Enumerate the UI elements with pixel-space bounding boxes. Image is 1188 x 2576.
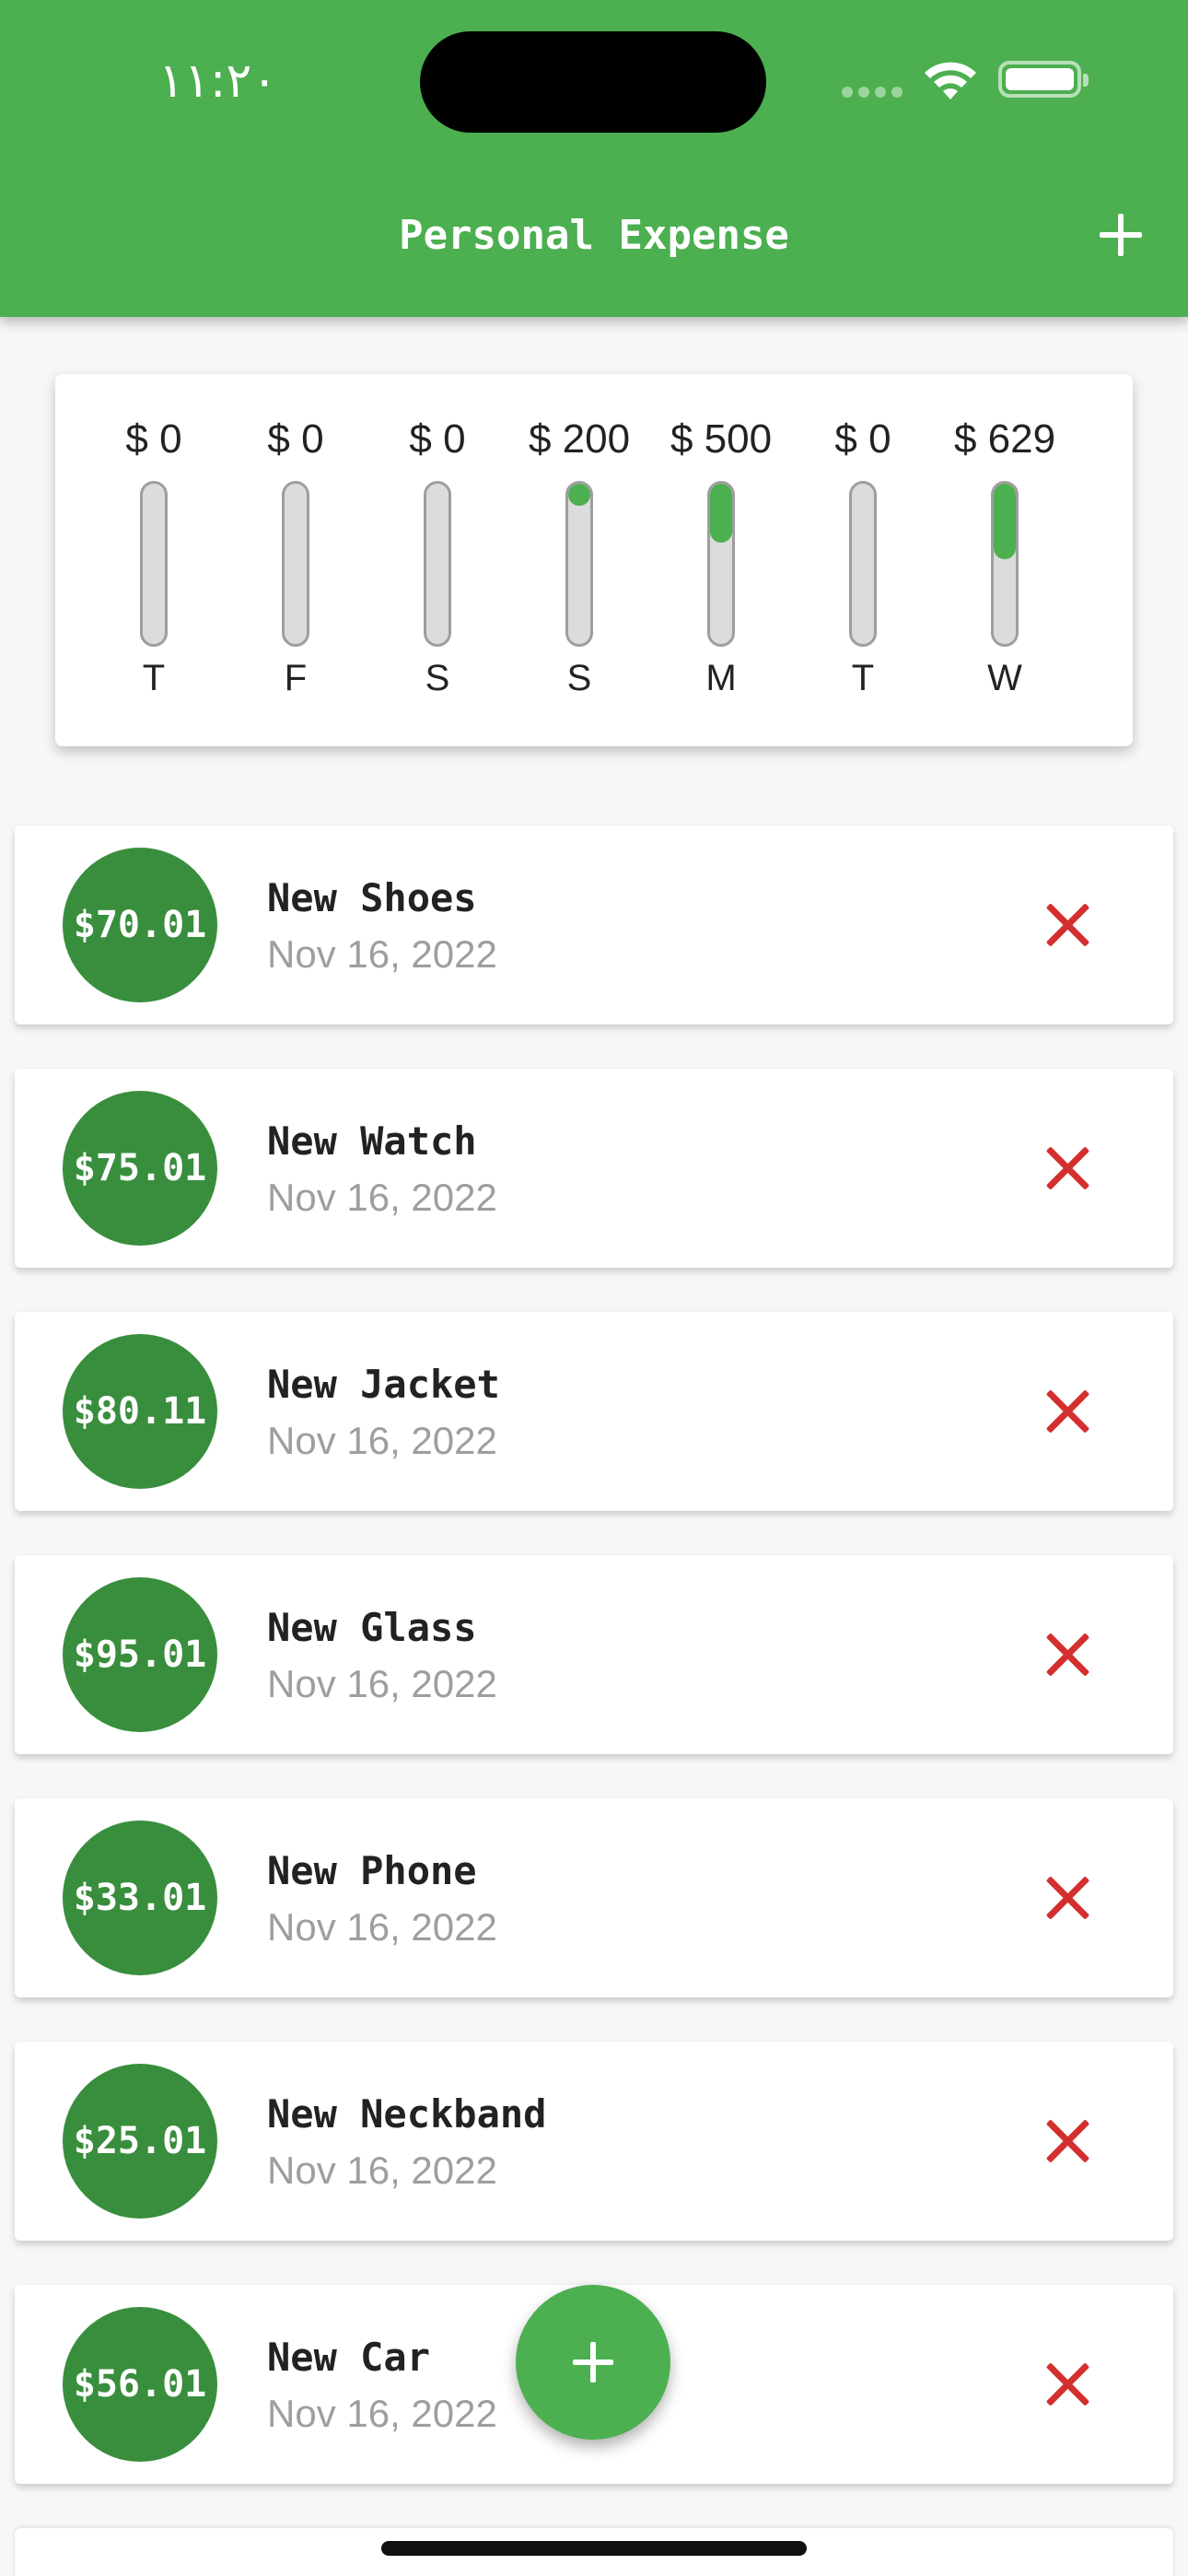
transaction-title: New Car [267, 2335, 431, 2380]
delete-icon[interactable] [1042, 2359, 1094, 2410]
add-expense-button[interactable] [1096, 210, 1147, 262]
list-item[interactable]: $75.01 New Watch Nov 16, 2022 [15, 1069, 1173, 1268]
bar-day: W [987, 658, 1022, 698]
bar-track [282, 481, 309, 647]
list-item[interactable]: $70.01 New Shoes Nov 16, 2022 [15, 825, 1173, 1025]
bar-fill [710, 484, 732, 544]
bar-amount: $ 500 [670, 416, 773, 462]
bar-day: M [705, 658, 737, 698]
bar-amount: $ 0 [267, 416, 324, 462]
bar-amount: $ 0 [125, 416, 182, 462]
app-bar: ١١:٢٠ Personal Expense [0, 0, 1188, 317]
bar-day: T [142, 658, 166, 698]
add-transaction-fab[interactable] [516, 2285, 670, 2440]
transaction-date: Nov 16, 2022 [267, 1662, 497, 1705]
bar-day: F [284, 658, 308, 698]
bar-amount: $ 0 [409, 416, 466, 462]
list-item[interactable]: $33.01 New Phone Nov 16, 2022 [15, 1798, 1173, 1997]
list-item[interactable]: $80.11 New Jacket Nov 16, 2022 [15, 1312, 1173, 1511]
status-time: ١١:٢٠ [158, 53, 278, 109]
transaction-date: Nov 16, 2022 [267, 1905, 497, 1949]
delete-icon[interactable] [1042, 2115, 1094, 2167]
delete-icon[interactable] [1042, 1629, 1094, 1680]
weekly-chart: $ 0 T $ 0 F $ 0 S $ 200 S $ 500 M $ 0 T … [55, 374, 1133, 746]
delete-icon[interactable] [1042, 1872, 1094, 1924]
transaction-date: Nov 16, 2022 [267, 1419, 497, 1462]
home-indicator[interactable] [381, 2541, 807, 2556]
bar-fill [994, 484, 1016, 559]
bar-track [849, 481, 877, 647]
bar-track [565, 481, 593, 647]
amount-avatar: $33.01 [63, 1821, 217, 1975]
bar-day: S [425, 658, 450, 698]
transaction-title: New Jacket [267, 1362, 500, 1407]
cellular-signal-icon [842, 87, 903, 98]
transaction-date: Nov 16, 2022 [267, 932, 497, 976]
bar-fill [568, 484, 590, 507]
transaction-title: New Phone [267, 1848, 477, 1893]
delete-icon[interactable] [1042, 1142, 1094, 1194]
amount-avatar: $75.01 [63, 1091, 217, 1246]
wifi-icon [925, 62, 976, 100]
dynamic-island [420, 31, 766, 133]
bar-amount: $ 629 [953, 416, 1056, 462]
amount-avatar: $95.01 [63, 1577, 217, 1732]
bar-day: T [851, 658, 875, 698]
battery-icon [998, 61, 1089, 98]
bar-amount: $ 200 [528, 416, 631, 462]
page-title: Personal Expense [399, 212, 789, 259]
amount-avatar: $56.01 [63, 2307, 217, 2462]
transaction-date: Nov 16, 2022 [267, 2149, 497, 2192]
transaction-date: Nov 16, 2022 [267, 2392, 497, 2435]
bar-track [424, 481, 451, 647]
list-item[interactable]: $95.01 New Glass Nov 16, 2022 [15, 1555, 1173, 1754]
delete-icon[interactable] [1042, 899, 1094, 951]
amount-avatar: $80.11 [63, 1334, 217, 1489]
amount-avatar: $70.01 [63, 848, 217, 1002]
bar-amount: $ 0 [834, 416, 891, 462]
amount-avatar: $25.01 [63, 2064, 217, 2219]
list-item[interactable]: $25.01 New Neckband Nov 16, 2022 [15, 2042, 1173, 2241]
transaction-title: New Watch [267, 1118, 477, 1164]
transaction-date: Nov 16, 2022 [267, 1176, 497, 1219]
bar-track [140, 481, 168, 647]
transaction-title: New Glass [267, 1605, 477, 1650]
bar-track [991, 481, 1019, 647]
transaction-title: New Shoes [267, 875, 477, 920]
bar-day: S [566, 658, 592, 698]
transaction-title: New Neckband [267, 2091, 547, 2137]
delete-icon[interactable] [1042, 1386, 1094, 1437]
bar-track [707, 481, 735, 647]
